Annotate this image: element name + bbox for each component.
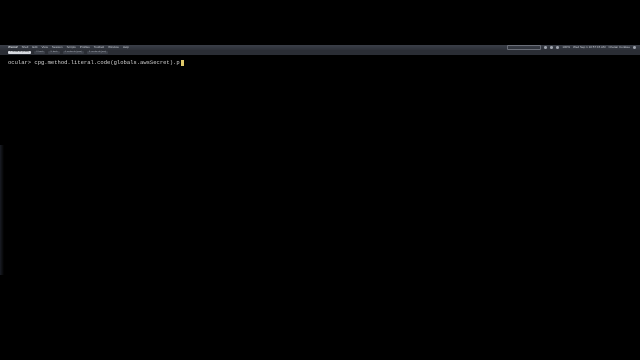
volume-icon[interactable] [556,46,560,49]
tab-label: 3. bash [50,51,58,53]
terminal-pane[interactable]: ocular> cpg.method.literal.code(globals.… [0,55,640,315]
text-cursor [180,59,185,66]
tab-2[interactable]: 2. bash [34,51,46,54]
tab-label: 4. ocular.sh (java) [64,51,82,53]
tab-4[interactable]: 4. ocular.sh (java) [62,51,84,54]
tab-3[interactable]: 3. bash [48,51,60,54]
status-menu-icon[interactable] [544,46,548,49]
notification-center-icon[interactable] [633,46,636,49]
tab-5[interactable]: 5. ocular.sh (java) [86,51,109,54]
wifi-icon[interactable] [550,46,554,49]
screen: iTerm2 Shell Edit View Session Scripts P… [0,45,640,315]
tab-1[interactable]: 1. ocular.sh (ocular) [8,51,32,54]
command-line: ocular> cpg.method.literal.code(globals.… [8,59,185,66]
prompt: ocular> [8,59,32,66]
tab-label: 1. ocular.sh (ocular) [10,51,30,53]
command-text: cpg.method.literal.code(globals.awsSecre… [31,59,180,66]
tab-label: 5. ocular.sh (java) [88,51,107,53]
dock-edge [0,145,4,275]
tab-label: 2. bash [36,51,44,53]
